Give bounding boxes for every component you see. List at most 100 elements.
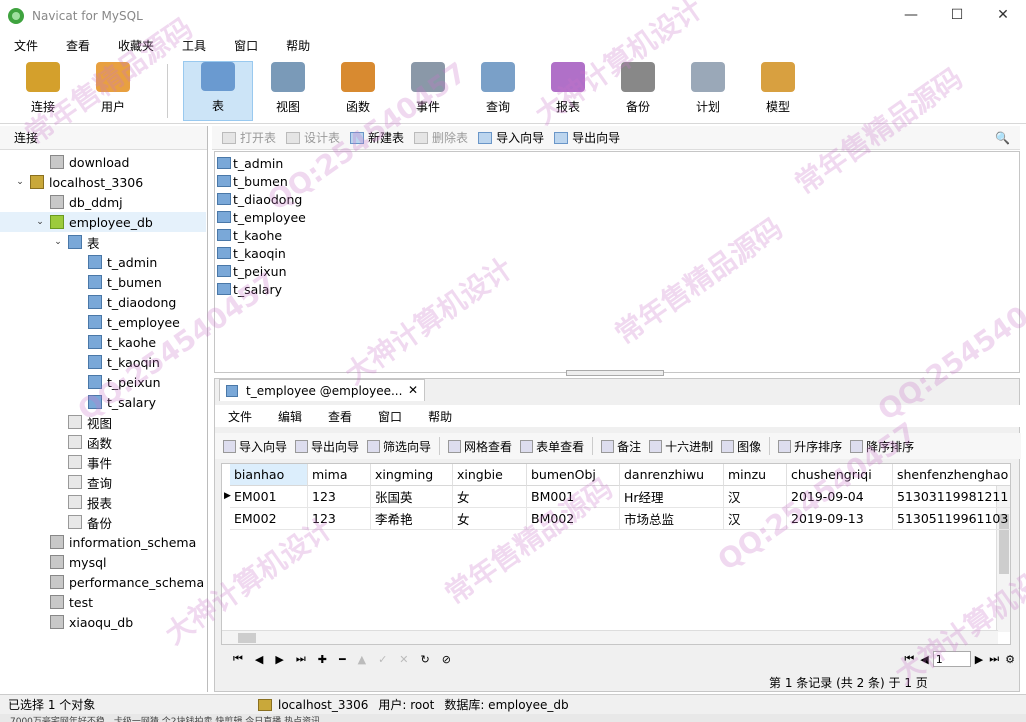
menu-view[interactable]: 查看 [52,37,104,54]
tree-item[interactable]: 备份 [0,512,206,532]
tree-item[interactable]: performance_schema [0,572,206,592]
toolbar-function-button[interactable]: 函数 [323,61,393,121]
toolbar-model-button[interactable]: 模型 [743,61,813,121]
menu-file[interactable]: 文件 [0,37,52,54]
expand-arrow-icon[interactable]: ⌄ [52,237,64,247]
table-cell[interactable]: 123 [308,486,371,508]
prev-record-icon[interactable]: ◀ [255,653,263,666]
settings-icon[interactable]: ⚙ [1005,653,1015,666]
column-header[interactable]: shenfenzhenghao [893,464,1010,486]
minimize-button[interactable]: — [888,0,934,30]
toolbar-backup-button[interactable]: 备份 [603,61,673,121]
editor-menu-view[interactable]: 查看 [315,408,365,425]
tree-item[interactable]: ⌄ localhost_3306 [0,172,206,192]
column-header[interactable]: danrenzhiwu [620,464,724,486]
objbar-button[interactable]: 新建表 [350,129,404,146]
last-record-icon[interactable]: ⏭ [296,652,306,666]
editor-menu-file[interactable]: 文件 [215,408,265,425]
object-list-item[interactable]: t_employee [217,208,306,226]
tab-close-icon[interactable]: ✕ [408,383,418,397]
tree-item[interactable]: 报表 [0,492,206,512]
next-page-button[interactable]: ▶ [975,653,983,666]
menu-tools[interactable]: 工具 [168,37,220,54]
menu-favorites[interactable]: 收藏夹 [104,37,168,54]
object-list-item[interactable]: t_peixun [217,262,287,280]
table-cell[interactable]: Hr经理 [620,486,724,508]
tree-item[interactable]: t_admin [0,252,206,272]
tree-item[interactable]: t_employee [0,312,206,332]
toolbar-schedule-button[interactable]: 计划 [673,61,743,121]
tree-item[interactable]: t_kaoqin [0,352,206,372]
object-list-item[interactable]: t_kaohe [217,226,282,244]
object-list-item[interactable]: t_bumen [217,172,288,190]
objbar-button[interactable]: 导入向导 [478,129,544,146]
tree-item[interactable]: test [0,592,206,612]
toolbar-query-button[interactable]: 查询 [463,61,533,121]
table-cell[interactable]: 女 [453,486,527,508]
tree-item[interactable]: t_salary [0,392,206,412]
first-record-icon[interactable]: ⏮ [233,652,243,666]
expand-arrow-icon[interactable]: ⌄ [14,177,26,187]
table-cell[interactable]: 2019-09-13 [787,508,893,530]
next-record-icon[interactable]: ▶ [275,653,283,666]
table-cell[interactable]: 51305119961103 [893,508,1010,530]
first-page-button[interactable]: ⏮ [904,652,914,666]
column-header[interactable]: xingming [371,464,453,486]
object-list-item[interactable]: t_diaodong [217,190,302,208]
editor-tool-button[interactable]: 图像 [721,438,761,455]
tree-item[interactable]: mysql [0,552,206,572]
menu-window[interactable]: 窗口 [220,37,272,54]
maximize-button[interactable]: ☐ [934,0,980,30]
object-list-item[interactable]: t_admin [217,154,283,172]
table-cell[interactable]: 123 [308,508,371,530]
tree-item[interactable]: t_kaohe [0,332,206,352]
toolbar-user-button[interactable]: 用户 [78,61,148,121]
editor-tool-button[interactable]: 导入向导 [223,438,287,455]
editor-menu-help[interactable]: 帮助 [415,408,465,425]
editor-tool-button[interactable]: 降序排序 [850,438,914,455]
table-cell[interactable]: EM002 [230,508,308,530]
tree-item[interactable]: db_ddmj [0,192,206,212]
prev-page-button[interactable]: ◀ [920,653,928,666]
tree-item[interactable]: t_bumen [0,272,206,292]
column-header[interactable]: xingbie [453,464,527,486]
object-list-item[interactable]: t_kaoqin [217,244,286,262]
table-cell[interactable]: EM001 [230,486,308,508]
tree-item[interactable]: information_schema [0,532,206,552]
stop-icon[interactable]: ⊘ [442,653,451,666]
refresh-icon[interactable]: ↻ [421,653,430,666]
page-number-input[interactable] [932,651,971,667]
editor-tool-button[interactable]: 十六进制 [649,438,713,455]
table-cell[interactable]: 市场总监 [620,508,724,530]
toolbar-table-button[interactable]: 表 [183,61,253,121]
horizontal-scrollbar[interactable] [222,630,998,644]
toolbar-report-button[interactable]: 报表 [533,61,603,121]
cancel-icon[interactable]: ✕ [399,653,408,666]
tree-item[interactable]: t_diaodong [0,292,206,312]
editor-tool-button[interactable]: 筛选向导 [367,438,431,455]
check-icon[interactable]: ✓ [378,653,387,666]
tree-item[interactable]: ⌄ 表 [0,232,206,252]
tree-item[interactable]: xiaoqu_db [0,612,206,632]
scroll-thumb[interactable] [238,633,256,643]
column-header[interactable]: bumenObj [527,464,620,486]
editor-tool-button[interactable]: 表单查看 [520,438,584,455]
table-cell[interactable]: 51303119981211 [893,486,1010,508]
close-button[interactable]: ✕ [980,0,1026,30]
editor-tool-button[interactable]: 升序排序 [778,438,842,455]
tree-item[interactable]: download [0,152,206,172]
table-cell[interactable]: 汉 [724,486,787,508]
last-page-button[interactable]: ⏭ [989,652,999,666]
column-header[interactable]: minzu [724,464,787,486]
table-cell[interactable]: 汉 [724,508,787,530]
table-cell[interactable]: 张国英 [371,486,453,508]
editor-menu-edit[interactable]: 编辑 [265,408,315,425]
column-header[interactable]: mima [308,464,371,486]
pane-splitter[interactable] [566,370,664,376]
apply-icon[interactable]: ▲ [358,653,366,666]
tree-item[interactable]: 函数 [0,432,206,452]
search-icon[interactable]: 🔍 [995,131,1010,145]
toolbar-view-button[interactable]: 视图 [253,61,323,121]
toolbar-event-button[interactable]: 事件 [393,61,463,121]
table-cell[interactable]: BM002 [527,508,620,530]
